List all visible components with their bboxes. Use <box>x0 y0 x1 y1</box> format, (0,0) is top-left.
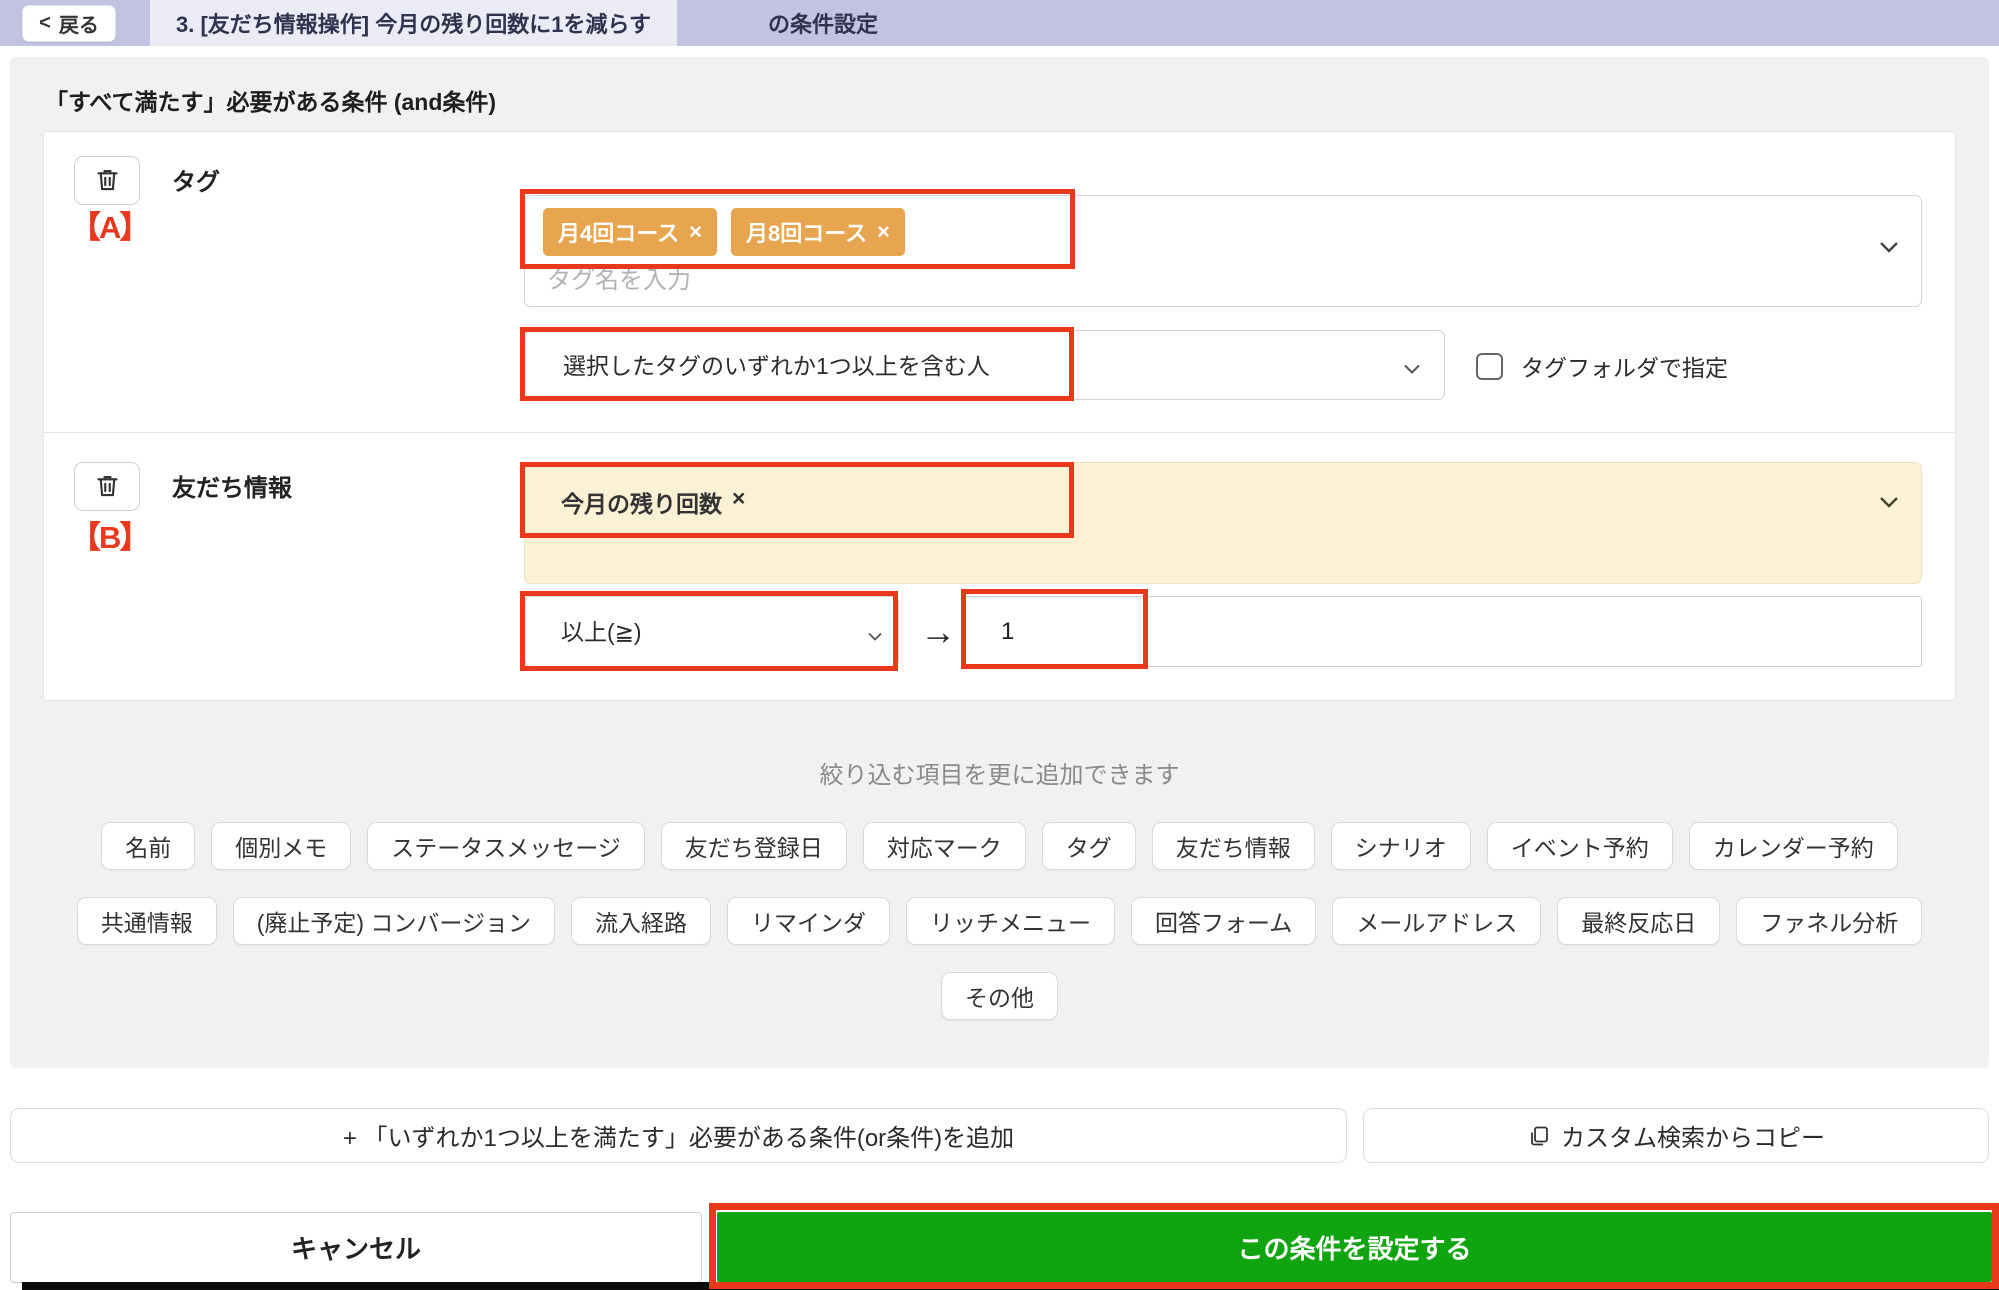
tag-chip[interactable]: 月8回コース × <box>731 208 905 256</box>
filter-add-button[interactable]: カレンダー予約 <box>1689 822 1898 870</box>
filter-add-button[interactable]: メールアドレス <box>1332 897 1541 945</box>
filter-add-button[interactable]: その他 <box>941 972 1058 1020</box>
chevron-left-icon: < <box>39 12 51 35</box>
tag-match-selected-option: 選択したタグのいずれか1つ以上を含む人 <box>563 331 990 401</box>
friend-info-chip: 今月の残り回数 × <box>561 485 745 519</box>
filter-add-button[interactable]: イベント予約 <box>1487 822 1673 870</box>
chip-remove-icon[interactable]: × <box>732 485 745 519</box>
filter-buttons-row-2: 共通情報 (廃止予定) コンバージョン流入経路リマインダリッチメニュー回答フォーム… <box>10 897 1989 945</box>
tag-chip-label: 月4回コース <box>558 216 679 248</box>
chevron-down-icon <box>1404 361 1420 379</box>
step-title: 3. [友だち情報操作] 今月の残り回数に1を減らす <box>176 7 651 39</box>
chevron-down-icon <box>1879 495 1899 513</box>
marker-b: 【B】 <box>70 512 148 557</box>
filter-add-button[interactable]: リマインダ <box>727 897 890 945</box>
tag-multiselect[interactable]: 月4回コース × 月8回コース × <box>524 195 1922 307</box>
filter-add-button[interactable]: ステータスメッセージ <box>367 822 645 870</box>
back-button[interactable]: < 戻る <box>22 5 116 42</box>
operator-select[interactable]: 以上(≧) <box>524 596 899 667</box>
bottom-edge-divider <box>22 1282 1999 1290</box>
filter-add-button[interactable]: 流入経路 <box>571 897 711 945</box>
tag-match-select[interactable]: 選択したタグのいずれか1つ以上を含む人 <box>524 330 1445 400</box>
trash-icon <box>94 166 121 196</box>
tag-condition-label: タグ <box>172 162 220 197</box>
filter-add-button[interactable]: 共通情報 <box>77 897 217 945</box>
friend-info-chip-label: 今月の残り回数 <box>561 485 722 519</box>
step-title-chip: 3. [友だち情報操作] 今月の残り回数に1を減らす <box>150 0 677 46</box>
condition-settings-screen: < 戻る 3. [友だち情報操作] 今月の残り回数に1を減らす の条件設定 「す… <box>0 0 1999 1290</box>
condition-panel: 「すべて満たす」必要がある条件 (and条件) タグ 【A】 月4回コース <box>10 57 1989 1068</box>
tag-chip-list: 月4回コース × 月8回コース × <box>543 208 905 256</box>
filter-add-button[interactable]: (廃止予定) コンバージョン <box>233 897 555 945</box>
add-filter-hint: 絞り込む項目を更に追加できます <box>10 755 1989 790</box>
trash-icon <box>94 472 121 502</box>
filter-add-button[interactable]: シナリオ <box>1331 822 1471 870</box>
chip-remove-icon[interactable]: × <box>877 219 890 245</box>
filter-add-button[interactable]: 友だち登録日 <box>661 822 847 870</box>
filter-add-button[interactable]: 回答フォーム <box>1131 897 1316 945</box>
copy-from-custom-search-button[interactable]: カスタム検索からコピー <box>1363 1108 1989 1163</box>
condition-card: タグ 【A】 月4回コース × 月8回コース × <box>43 131 1956 701</box>
filter-add-button[interactable]: 名前 <box>101 822 195 870</box>
filter-add-button[interactable]: リッチメニュー <box>906 897 1115 945</box>
friend-info-condition-label: 友だち情報 <box>172 468 292 503</box>
filter-add-button[interactable]: 個別メモ <box>211 822 351 870</box>
operator-selected-option: 以上(≧) <box>561 597 642 668</box>
filter-add-button[interactable]: ファネル分析 <box>1736 897 1922 945</box>
tag-chip[interactable]: 月4回コース × <box>543 208 717 256</box>
copy-from-custom-search-label: カスタム検索からコピー <box>1561 1118 1825 1153</box>
delete-tag-condition-button[interactable] <box>74 156 140 205</box>
filter-buttons-row-3: その他 <box>10 972 1989 1020</box>
filter-add-button[interactable]: 最終反応日 <box>1557 897 1720 945</box>
condition-value-input[interactable] <box>964 596 1922 667</box>
confirm-button-label: この条件を設定する <box>1237 1229 1471 1266</box>
row-divider <box>44 432 1955 433</box>
chip-remove-icon[interactable]: × <box>689 219 702 245</box>
marker-a: 【A】 <box>70 202 148 247</box>
tag-name-input[interactable] <box>545 262 1049 300</box>
back-button-label: 戻る <box>59 9 99 38</box>
filter-add-button[interactable]: 対応マーク <box>863 822 1026 870</box>
chevron-down-icon <box>1879 240 1899 258</box>
filter-add-button[interactable]: 友だち情報 <box>1152 822 1315 870</box>
tag-folder-checkbox[interactable] <box>1476 353 1503 380</box>
tag-chip-label: 月8回コース <box>746 216 867 248</box>
add-or-condition-button[interactable]: + 「いずれか1つ以上を満たす」必要がある条件(or条件)を追加 <box>10 1108 1347 1163</box>
filter-buttons-row-1: 名前個別メモステータスメッセージ友だち登録日対応マークタグ友だち情報シナリオイベ… <box>10 822 1989 870</box>
arrow-right-icon: → <box>912 596 964 667</box>
add-or-condition-label: + 「いずれか1つ以上を満たす」必要がある条件(or条件)を追加 <box>343 1118 1014 1153</box>
copy-icon <box>1527 1124 1551 1148</box>
page-title-suffix: の条件設定 <box>768 0 878 46</box>
delete-friend-info-condition-button[interactable] <box>74 462 140 511</box>
friend-info-select[interactable]: 今月の残り回数 × <box>524 462 1922 584</box>
filter-add-button[interactable]: タグ <box>1042 822 1136 870</box>
chevron-down-icon <box>868 628 882 646</box>
and-condition-header: 「すべて満たす」必要がある条件 (and条件) <box>45 83 496 117</box>
confirm-condition-button[interactable]: この条件を設定する <box>717 1212 1992 1282</box>
cancel-button-label: キャンセル <box>291 1229 421 1266</box>
cancel-button[interactable]: キャンセル <box>10 1212 702 1283</box>
tag-folder-checkbox-label: タグフォルダで指定 <box>1521 354 1728 382</box>
